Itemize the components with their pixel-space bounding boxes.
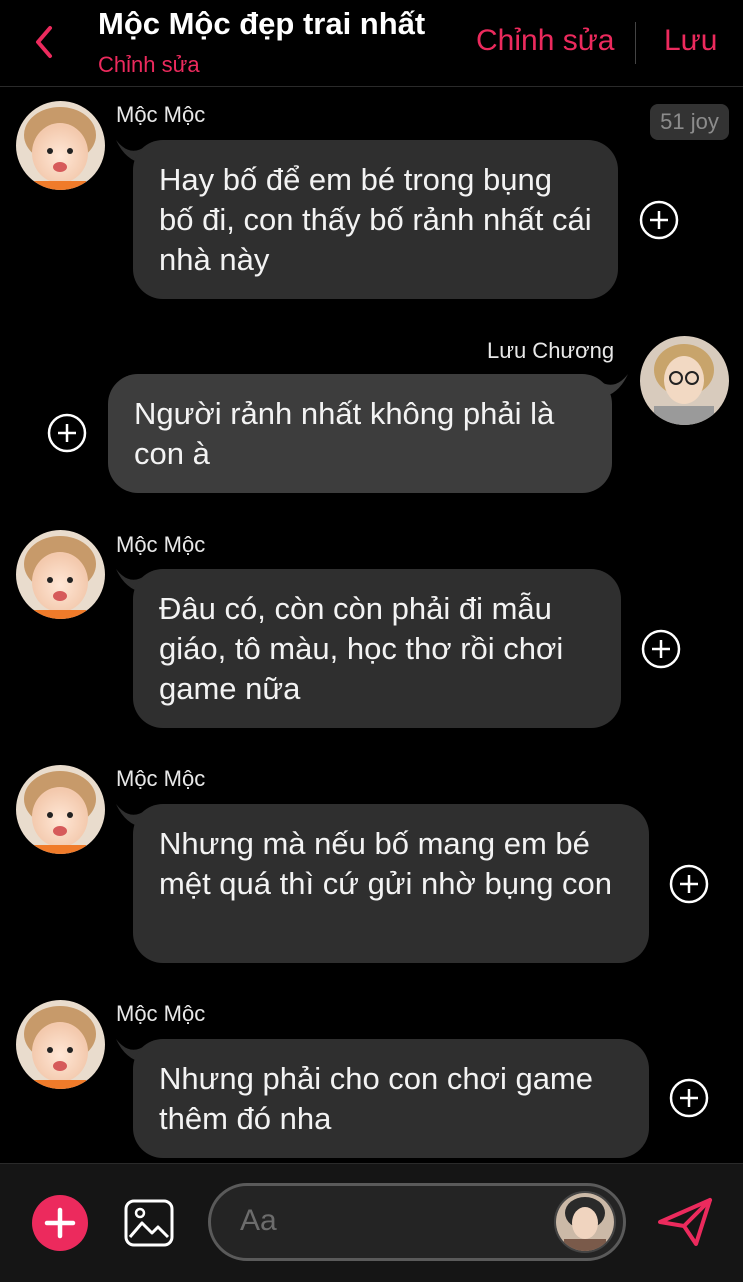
message-bubble[interactable]: Hay bố để em bé trong bụng bố đi, con th…	[133, 140, 618, 299]
avatar[interactable]	[554, 1191, 616, 1253]
add-reaction-icon[interactable]	[669, 864, 709, 904]
joy-badge: 51 joy	[650, 104, 729, 140]
avatar[interactable]	[640, 336, 729, 425]
avatar[interactable]	[16, 765, 105, 854]
sender-name: Mộc Mộc	[116, 766, 206, 791]
send-icon[interactable]	[656, 1196, 714, 1248]
sender-name: Mộc Mộc	[116, 1001, 206, 1026]
plus-icon	[44, 1207, 76, 1239]
message-bubble[interactable]: Đâu có, còn còn phải đi mẫu giáo, tô màu…	[133, 569, 621, 728]
message-input[interactable]: Aa	[240, 1204, 277, 1238]
top-bar: Mộc Mộc đẹp trai nhất Chỉnh sửa Chỉnh sử…	[0, 0, 743, 87]
add-reaction-icon[interactable]	[669, 1078, 709, 1118]
message-bubble[interactable]: Người rảnh nhất không phải là con à	[108, 374, 612, 493]
sender-name: Lưu Chương	[487, 338, 615, 363]
message-bubble[interactable]: Nhưng mà nếu bố mang em bé mệt quá thì c…	[133, 804, 649, 963]
sender-name: Mộc Mộc	[116, 532, 206, 557]
chevron-left-icon[interactable]	[28, 22, 62, 62]
chat-subtitle-edit[interactable]: Chỉnh sửa	[98, 52, 200, 78]
message-bubble[interactable]: Nhưng phải cho con chơi game thêm đó nha	[133, 1039, 649, 1158]
sender-name: Mộc Mộc	[116, 102, 206, 127]
avatar[interactable]	[16, 530, 105, 619]
add-reaction-icon[interactable]	[47, 413, 87, 453]
edit-button[interactable]: Chỉnh sửa	[476, 24, 615, 58]
avatar[interactable]	[16, 1000, 105, 1089]
save-button[interactable]: Lưu	[664, 24, 717, 58]
chat-title: Mộc Mộc đẹp trai nhất	[98, 6, 426, 41]
header-divider	[635, 22, 636, 64]
add-reaction-icon[interactable]	[641, 629, 681, 669]
avatar[interactable]	[16, 101, 105, 190]
add-reaction-icon[interactable]	[639, 200, 679, 240]
image-icon[interactable]	[124, 1199, 174, 1247]
add-button[interactable]	[32, 1195, 88, 1251]
